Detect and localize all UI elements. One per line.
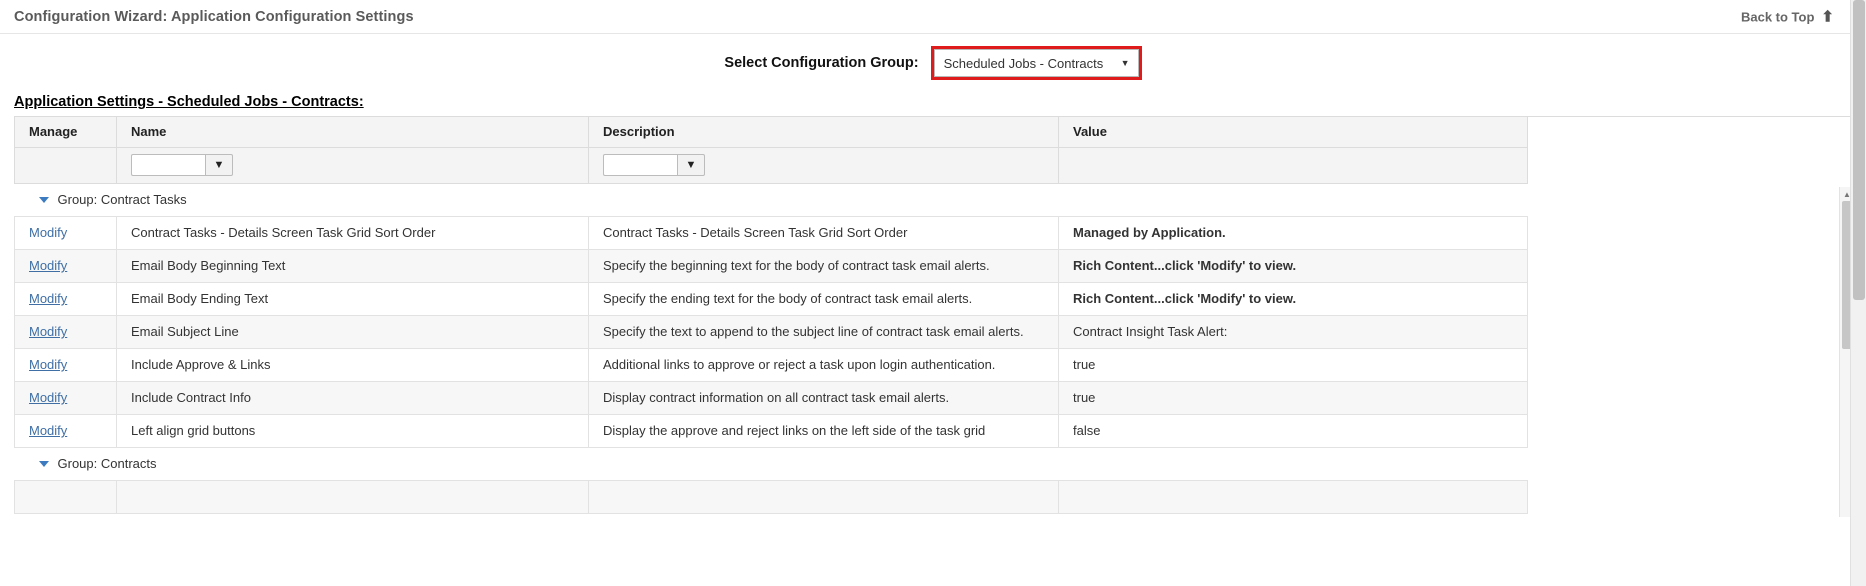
table-row: Modify Include Contract Info Display con…: [14, 380, 1528, 415]
cell-value: true: [1058, 380, 1528, 415]
page-header: Configuration Wizard: Application Config…: [0, 0, 1866, 34]
cell-name: Email Subject Line: [116, 314, 589, 349]
cell-manage: Modify: [14, 314, 117, 349]
cell-value: Managed by Application.: [1058, 215, 1528, 250]
funnel-icon: ▼: [213, 158, 225, 171]
cell-description: Contract Tasks - Details Screen Task Gri…: [588, 215, 1059, 250]
cell-name: [116, 479, 589, 514]
cell-name: Email Body Ending Text: [116, 281, 589, 316]
cell-name: Contract Tasks - Details Screen Task Gri…: [116, 215, 589, 250]
cell-name: Include Approve & Links: [116, 347, 589, 382]
description-filter-button[interactable]: ▼: [677, 154, 705, 176]
group-header-cell: Group: Contracts: [14, 447, 1528, 480]
table-row: Modify Contract Tasks - Details Screen T…: [14, 215, 1528, 250]
cell-name: Email Body Beginning Text: [116, 248, 589, 283]
cell-manage: [14, 479, 117, 514]
cell-name: Include Contract Info: [116, 380, 589, 415]
settings-grid: Manage Name Description Value ▼ ▼ Group:…: [14, 116, 1853, 517]
chevron-down-icon: ▼: [1120, 58, 1130, 68]
filter-cell-manage: [14, 147, 117, 184]
table-row: Modify Include Approve & Links Additiona…: [14, 347, 1528, 382]
description-filter-input[interactable]: [603, 154, 677, 176]
table-row: [14, 479, 1528, 514]
group-label: Group: Contracts: [57, 456, 157, 471]
cell-manage: Modify: [14, 248, 117, 283]
table-row: Modify Email Body Beginning Text Specify…: [14, 248, 1528, 283]
configuration-group-selector-row: Select Configuration Group: Scheduled Jo…: [0, 34, 1866, 92]
cell-manage: Modify: [14, 347, 117, 382]
table-header-row: Manage Name Description Value: [14, 117, 1528, 148]
modify-link[interactable]: Modify: [29, 357, 67, 372]
column-header-manage[interactable]: Manage: [14, 117, 117, 148]
modify-link[interactable]: Modify: [29, 390, 67, 405]
filter-cell-description: ▼: [588, 147, 1059, 184]
selector-highlight-box: Scheduled Jobs - Contracts ▼: [930, 46, 1142, 80]
section-heading-wrap: Application Settings - Scheduled Jobs - …: [0, 92, 1866, 116]
filter-cell-value: [1058, 147, 1528, 184]
back-to-top-label: Back to Top: [1740, 9, 1815, 24]
back-to-top-link[interactable]: Back to Top ⬆: [1741, 9, 1834, 24]
modify-link[interactable]: Modify: [29, 423, 67, 438]
application-configuration-page: Configuration Wizard: Application Config…: [0, 0, 1866, 586]
filter-row: ▼ ▼: [14, 147, 1528, 184]
table-row: Modify Email Body Ending Text Specify th…: [14, 281, 1528, 316]
cell-description: Additional links to approve or reject a …: [588, 347, 1059, 382]
modify-link[interactable]: Modify: [29, 291, 67, 306]
cell-value: Rich Content...click 'Modify' to view.: [1058, 248, 1528, 283]
name-filter-input[interactable]: [131, 154, 205, 176]
cell-manage: Modify: [14, 215, 117, 250]
cell-description: Specify the text to append to the subjec…: [588, 314, 1059, 349]
table-row: Modify Email Subject Line Specify the te…: [14, 314, 1528, 349]
modify-link[interactable]: Modify: [29, 258, 67, 273]
cell-description: Display the approve and reject links on …: [588, 413, 1059, 448]
page-title: Configuration Wizard: Application Config…: [14, 8, 414, 25]
triangle-down-icon[interactable]: [38, 196, 49, 203]
section-heading: Application Settings - Scheduled Jobs - …: [14, 94, 364, 110]
filter-cell-name: ▼: [116, 147, 589, 184]
configuration-group-selected-value: Scheduled Jobs - Contracts: [943, 55, 1104, 71]
group-label: Group: Contract Tasks: [57, 192, 187, 207]
column-header-description[interactable]: Description: [588, 117, 1059, 148]
cell-manage: Modify: [14, 281, 117, 316]
select-configuration-group-label: Select Configuration Group:: [724, 55, 919, 71]
cell-manage: Modify: [14, 380, 117, 415]
cell-value: Contract Insight Task Alert:: [1058, 314, 1528, 349]
cell-description: Specify the ending text for the body of …: [588, 281, 1059, 316]
name-filter-button[interactable]: ▼: [205, 154, 233, 176]
group-header-row[interactable]: Group: Contracts: [14, 447, 1528, 480]
group-header-row[interactable]: Group: Contract Tasks: [14, 183, 1528, 216]
triangle-down-icon[interactable]: [38, 460, 49, 467]
cell-description: Specify the beginning text for the body …: [588, 248, 1059, 283]
cell-value: true: [1058, 347, 1528, 382]
modify-link[interactable]: Modify: [29, 324, 67, 339]
funnel-icon: ▼: [685, 158, 697, 171]
cell-description: Display contract information on all cont…: [588, 380, 1059, 415]
column-header-name[interactable]: Name: [116, 117, 589, 148]
cell-manage: Modify: [14, 413, 117, 448]
modify-link[interactable]: Modify: [29, 225, 67, 240]
page-vertical-scrollbar[interactable]: [1850, 0, 1866, 586]
settings-table: Manage Name Description Value ▼ ▼ Group:…: [14, 117, 1528, 514]
table-row: Modify Left align grid buttons Display t…: [14, 413, 1528, 448]
cell-value: Rich Content...click 'Modify' to view.: [1058, 281, 1528, 316]
cell-name: Left align grid buttons: [116, 413, 589, 448]
group-header-cell: Group: Contract Tasks: [14, 183, 1528, 216]
page-scrollbar-thumb[interactable]: [1853, 0, 1865, 300]
column-header-value[interactable]: Value: [1058, 117, 1528, 148]
configuration-group-select[interactable]: Scheduled Jobs - Contracts ▼: [933, 49, 1139, 77]
cell-description: [588, 479, 1059, 514]
cell-value: false: [1058, 413, 1528, 448]
arrow-up-icon: ⬆: [1821, 8, 1834, 25]
cell-value: [1058, 479, 1528, 514]
